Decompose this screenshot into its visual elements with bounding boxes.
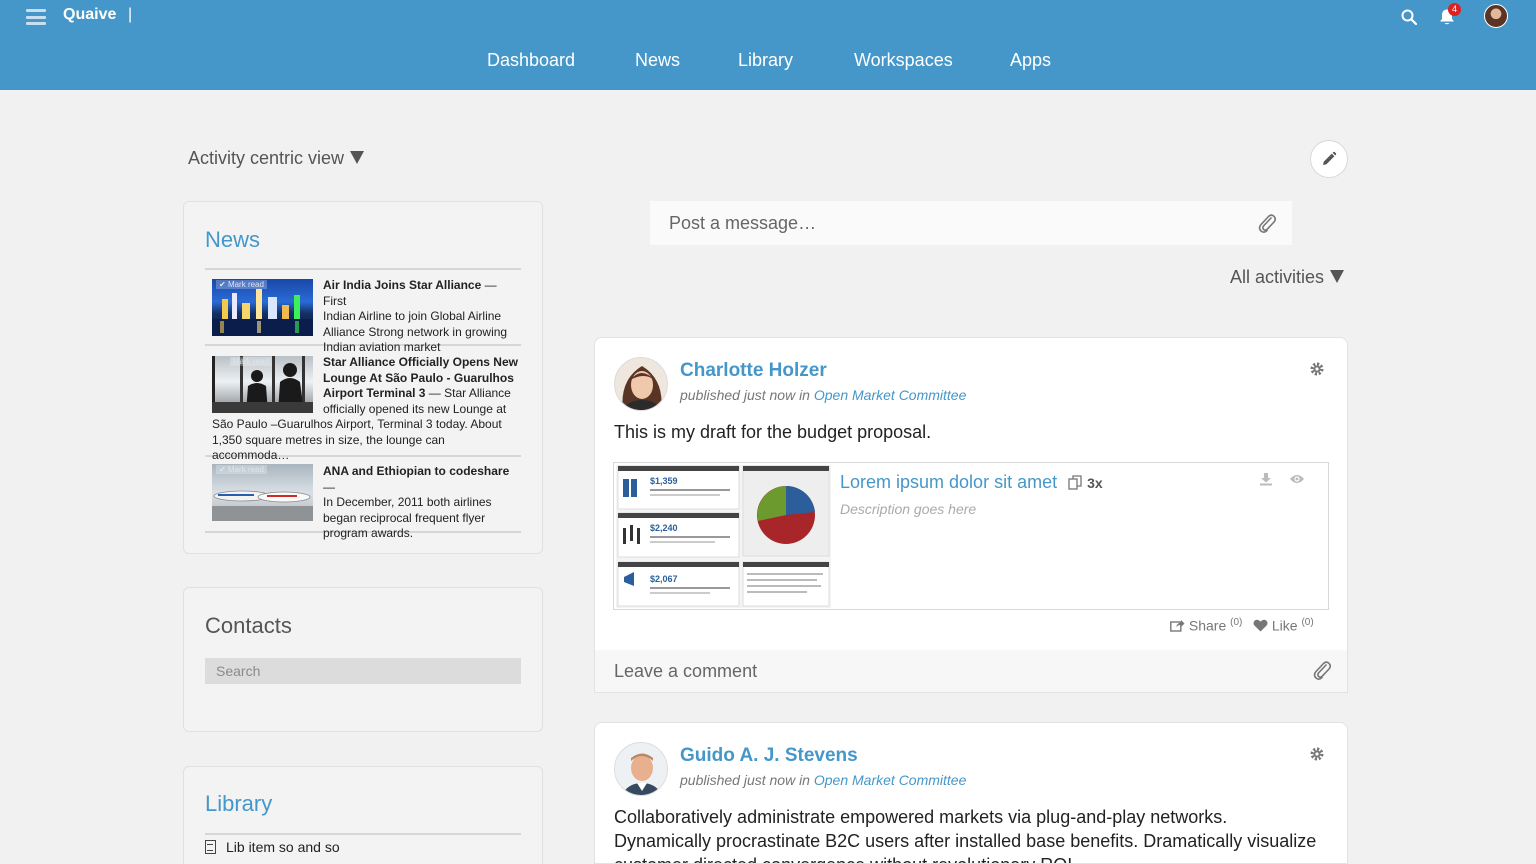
news-item[interactable]: ✔ Mark read Air India Joins Star Allianc…	[205, 270, 521, 354]
brand-name[interactable]: Quaive	[63, 6, 116, 24]
post-meta: published just now in Open Market Commit…	[680, 772, 967, 788]
author-name[interactable]: Guido A. J. Stevens	[680, 745, 858, 767]
news-panel-title[interactable]: News	[205, 227, 260, 253]
edit-dashboard-button[interactable]	[1310, 140, 1348, 178]
news-thumbnail: ✔ Mark read	[212, 279, 313, 336]
nav-dashboard[interactable]: Dashboard	[487, 50, 575, 71]
nav-apps[interactable]: Apps	[1010, 50, 1051, 71]
workspace-link[interactable]: Open Market Committee	[814, 772, 967, 788]
news-panel: News ✔ Mark read Air India Joins Star Al…	[183, 201, 543, 554]
paperclip-icon[interactable]	[1257, 212, 1277, 234]
view-selector[interactable]: Activity centric view	[188, 148, 365, 169]
eye-icon[interactable]	[1289, 473, 1305, 485]
post-body: Collaboratively administrate empowered m…	[614, 807, 1317, 863]
activity-filter[interactable]: All activities	[1230, 267, 1345, 288]
news-item-text: Star Alliance Officially Opens New Loung…	[323, 355, 518, 416]
copies-icon	[1068, 475, 1082, 490]
author-avatar[interactable]	[614, 742, 668, 796]
file-attachment[interactable]: $1,359 $2,240 $2,067 Lorem ipsum dolor s…	[613, 462, 1329, 610]
news-thumbnail: ✔ Mark read	[212, 464, 313, 521]
svg-text:$2,067: $2,067	[650, 574, 678, 584]
gear-icon[interactable]	[1309, 746, 1325, 762]
caret-down-icon	[350, 151, 365, 164]
activity-card: Guido A. J. Stevens published just now i…	[594, 722, 1348, 864]
share-icon	[1170, 619, 1185, 632]
view-selector-label: Activity centric view	[188, 148, 345, 168]
library-panel: Library Lib item so and so	[183, 766, 543, 864]
author-photo	[621, 753, 663, 795]
activity-filter-label: All activities	[1230, 267, 1325, 287]
contacts-panel: Contacts	[183, 587, 543, 732]
document-icon	[205, 840, 216, 854]
library-panel-title[interactable]: Library	[205, 791, 272, 817]
post-message-input[interactable]	[650, 201, 1250, 245]
post-meta: published just now in Open Market Commit…	[680, 387, 967, 403]
search-icon[interactable]	[1401, 9, 1417, 25]
news-item-text-continued: São Paulo –Guarulhos Airport, Terminal 3…	[212, 417, 502, 463]
heart-icon	[1253, 619, 1268, 632]
user-avatar[interactable]	[1484, 4, 1508, 28]
pencil-icon	[1323, 151, 1337, 165]
gear-icon[interactable]	[1309, 361, 1325, 377]
nav-library[interactable]: Library	[738, 50, 793, 71]
post-body: This is my draft for the budget proposal…	[614, 422, 932, 442]
download-icon[interactable]	[1259, 472, 1273, 486]
attachment-preview[interactable]: $1,359 $2,240 $2,067	[616, 465, 831, 608]
contacts-panel-title: Contacts	[205, 613, 292, 638]
news-thumbnail: Mark read	[212, 356, 313, 413]
attachment-copies-count: 3x	[1087, 475, 1103, 491]
author-name[interactable]: Charlotte Holzer	[680, 360, 827, 382]
contacts-search-input[interactable]	[205, 658, 521, 684]
caret-down-icon	[1330, 270, 1345, 283]
mark-read-button[interactable]: ✔ Mark read	[216, 465, 267, 474]
mark-read-button[interactable]: Mark read	[230, 357, 273, 366]
top-bar: Quaive | 4 Dashboard News Library Worksp…	[0, 0, 1536, 90]
nav-workspaces[interactable]: Workspaces	[854, 50, 953, 71]
library-item-label: Lib item so and so	[226, 839, 340, 855]
divider	[205, 833, 521, 835]
attachment-title[interactable]: Lorem ipsum dolor sit amet 3x	[840, 472, 1103, 493]
library-item[interactable]: Lib item so and so	[205, 839, 340, 855]
news-item-text: ANA and Ethiopian to codeshare — In Dece…	[323, 464, 510, 541]
news-item[interactable]: Mark read Star Alliance Officially Opens…	[205, 348, 521, 462]
like-button[interactable]: Like (0)	[1253, 617, 1314, 634]
workspace-link[interactable]: Open Market Committee	[814, 387, 967, 403]
main-navigation: Dashboard News Library Workspaces Apps	[0, 50, 1536, 78]
news-item-text: Air India Joins Star Alliance — First In…	[323, 278, 508, 355]
svg-text:$1,359: $1,359	[650, 476, 678, 486]
author-avatar[interactable]	[614, 357, 668, 411]
author-photo	[622, 366, 662, 410]
hamburger-icon[interactable]	[26, 8, 46, 26]
post-message-box	[650, 201, 1292, 245]
comment-bar	[595, 650, 1347, 692]
news-item[interactable]: ✔ Mark read ANA and Ethiopian to codesha…	[205, 459, 521, 540]
mark-read-button[interactable]: ✔ Mark read	[216, 280, 267, 289]
attachment-description: Description goes here	[840, 501, 977, 517]
comment-input[interactable]	[595, 650, 1295, 692]
nav-news[interactable]: News	[635, 50, 680, 71]
share-button[interactable]: Share (0)	[1170, 617, 1242, 634]
notification-badge: 4	[1448, 3, 1461, 16]
brand-separator: |	[128, 6, 133, 23]
activity-card: Charlotte Holzer published just now in O…	[594, 337, 1348, 693]
paperclip-icon[interactable]	[1312, 659, 1332, 681]
svg-text:$2,240: $2,240	[650, 523, 678, 533]
